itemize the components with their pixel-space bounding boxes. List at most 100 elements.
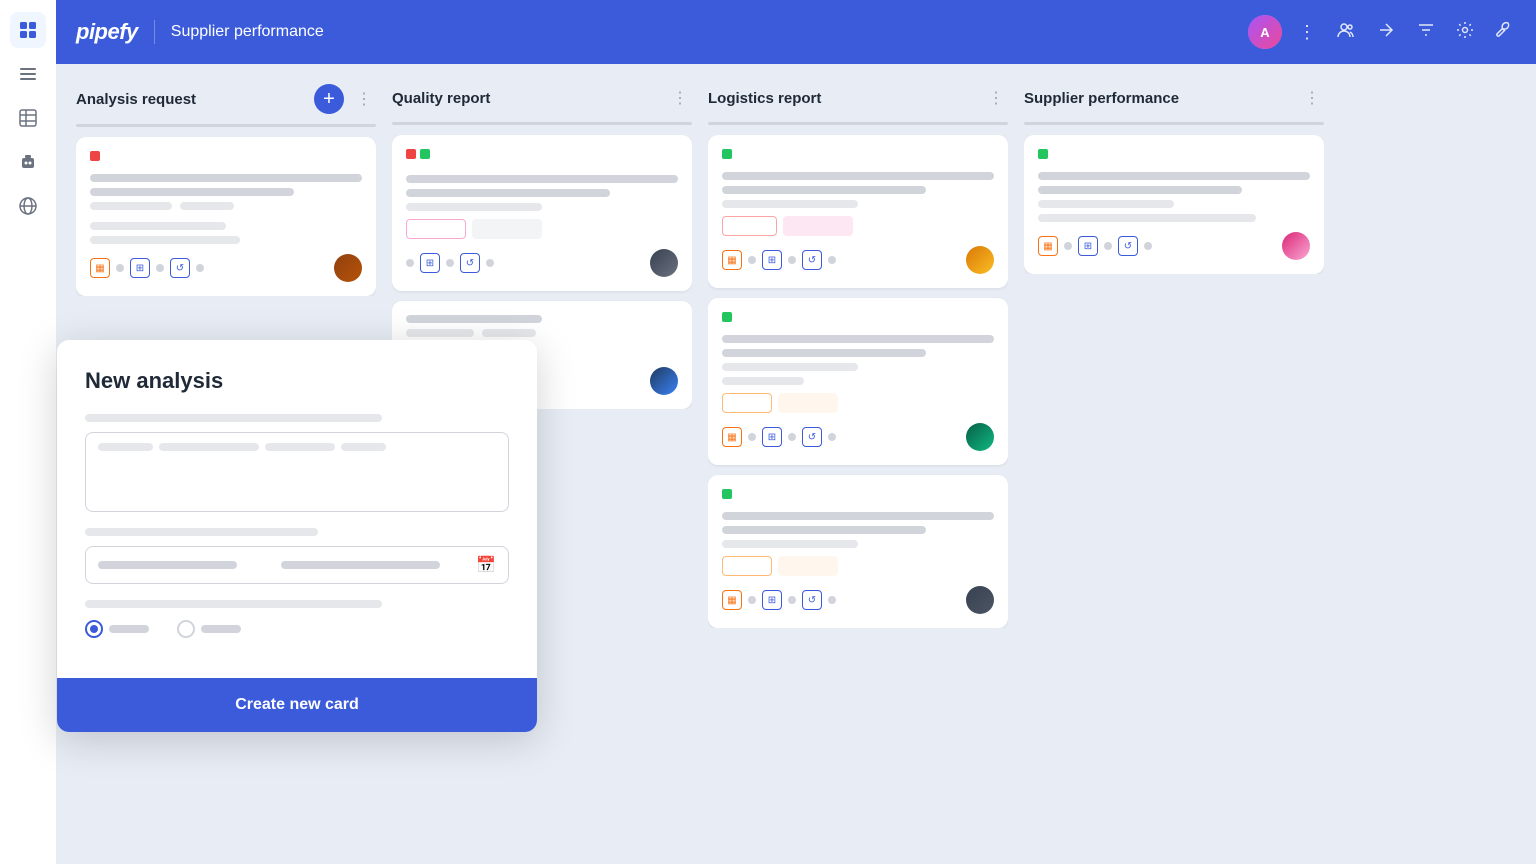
card-logistics-2: ▦ ⊞ ↺ — [708, 298, 1008, 465]
card-dot-green-s — [1038, 149, 1048, 159]
column-title-quality: Quality report — [392, 90, 660, 107]
cards-list-analysis: ▦ ⊞ ↺ — [76, 137, 376, 296]
card-icons: ▦ ⊞ ↺ — [90, 258, 204, 278]
card-footer: ⊞ ↺ — [406, 249, 678, 277]
card-dot-sm — [1064, 242, 1072, 250]
radio-label-2 — [201, 625, 241, 633]
card-footer: ▦ ⊞ ↺ — [1038, 232, 1310, 260]
badge-fill-orange — [778, 393, 838, 413]
card-icon-2: ⊞ — [762, 427, 782, 447]
date-placeholder-label — [98, 561, 237, 569]
card-footer: ▦ ⊞ ↺ — [722, 586, 994, 614]
form-section-bar — [85, 600, 382, 608]
form-label-1 — [85, 414, 382, 422]
column-menu-analysis[interactable]: ⋮ — [352, 85, 376, 113]
sidebar-item-bot[interactable] — [10, 144, 46, 180]
more-icon[interactable]: ⋮ — [1294, 18, 1320, 47]
card-dot-green3 — [722, 489, 732, 499]
sidebar-item-table[interactable] — [10, 100, 46, 136]
column-bar-quality — [392, 122, 692, 125]
form-date-row: 📅 — [85, 546, 509, 584]
card-dot-sm2 — [1104, 242, 1112, 250]
column-menu-supplier[interactable]: ⋮ — [1300, 84, 1324, 112]
add-card-button-analysis[interactable]: + — [314, 84, 344, 114]
badge-outline-pink — [722, 216, 777, 236]
card-icon-1: ▦ — [90, 258, 110, 278]
column-menu-quality[interactable]: ⋮ — [668, 84, 692, 112]
calendar-icon: 📅 — [476, 555, 496, 575]
card-line — [722, 335, 994, 343]
radio-label-1 — [109, 625, 149, 633]
card-line — [722, 526, 926, 534]
card-dot-sm — [748, 433, 756, 441]
card-icon-1: ▦ — [722, 590, 742, 610]
sidebar-item-list[interactable] — [10, 56, 46, 92]
create-new-card-button[interactable]: Create new card — [235, 696, 359, 714]
card-line — [90, 222, 226, 230]
card-line — [406, 315, 542, 323]
card-icon-1: ⊞ — [420, 253, 440, 273]
header: pipefy Supplier performance A ⋮ — [56, 0, 1536, 64]
wrench-icon[interactable] — [1490, 17, 1516, 48]
modal-footer[interactable]: Create new card — [57, 678, 537, 732]
card-avatar-l2 — [966, 423, 994, 451]
card-line — [1038, 186, 1242, 194]
share-icon[interactable] — [1372, 16, 1400, 49]
card-dot-sm3 — [828, 433, 836, 441]
card-icon-3: ↺ — [802, 590, 822, 610]
members-icon[interactable] — [1332, 16, 1360, 49]
card-dot-sm3 — [486, 259, 494, 267]
settings-icon[interactable] — [1452, 17, 1478, 48]
card-dot-sm — [748, 256, 756, 264]
card-icon-3: ↺ — [170, 258, 190, 278]
card-dot-sm2 — [156, 264, 164, 272]
card-line — [722, 186, 926, 194]
tp-item — [341, 443, 386, 451]
radio-option-1[interactable] — [85, 620, 149, 638]
sidebar-item-grid[interactable] — [10, 12, 46, 48]
column-menu-logistics[interactable]: ⋮ — [984, 84, 1008, 112]
column-header-logistics: Logistics report ⋮ — [708, 84, 1008, 112]
filter-icon[interactable] — [1412, 16, 1440, 49]
card-line — [1038, 214, 1256, 222]
column-title-analysis: Analysis request — [76, 91, 306, 108]
card-footer: ▦ ⊞ ↺ — [722, 423, 994, 451]
radio-checked — [85, 620, 103, 638]
card-dot-red — [406, 149, 416, 159]
card-dot-sm2 — [788, 256, 796, 264]
column-header-quality: Quality report ⋮ — [392, 84, 692, 112]
card-logistics-1: ▦ ⊞ ↺ — [708, 135, 1008, 288]
card-dot-sm3 — [196, 264, 204, 272]
card-icon-3: ↺ — [802, 250, 822, 270]
card-dot-sm2 — [788, 596, 796, 604]
date-input[interactable]: 📅 — [85, 546, 509, 584]
badge-outline — [406, 219, 466, 239]
card-line — [406, 175, 678, 183]
card-avatar-1 — [334, 254, 362, 282]
card-dot-green2 — [722, 312, 732, 322]
card-line — [90, 236, 240, 244]
radio-option-2[interactable] — [177, 620, 241, 638]
card-dots-row — [406, 149, 678, 167]
radio-unchecked — [177, 620, 195, 638]
card-icon-1: ▦ — [1038, 236, 1058, 256]
tp-item — [265, 443, 335, 451]
card-dot-red — [90, 151, 100, 161]
card-dot-sm3 — [1144, 242, 1152, 250]
badge-row — [722, 216, 994, 236]
sidebar — [0, 0, 56, 864]
avatar[interactable]: A — [1248, 15, 1282, 49]
header-title: Supplier performance — [171, 23, 324, 41]
sidebar-item-globe[interactable] — [10, 188, 46, 224]
card-icon-1: ▦ — [722, 427, 742, 447]
column-bar-analysis — [76, 124, 376, 127]
form-textarea[interactable] — [85, 432, 509, 512]
header-right: A ⋮ — [1248, 15, 1516, 49]
badge-fill-pink — [783, 216, 853, 236]
column-logistics: Logistics report ⋮ — [708, 84, 1008, 628]
header-divider — [154, 20, 155, 44]
card-dot-sm3 — [828, 596, 836, 604]
card-quality-1: ⊞ ↺ — [392, 135, 692, 291]
card-line — [1038, 172, 1310, 180]
card-icon-2: ⊞ — [1078, 236, 1098, 256]
